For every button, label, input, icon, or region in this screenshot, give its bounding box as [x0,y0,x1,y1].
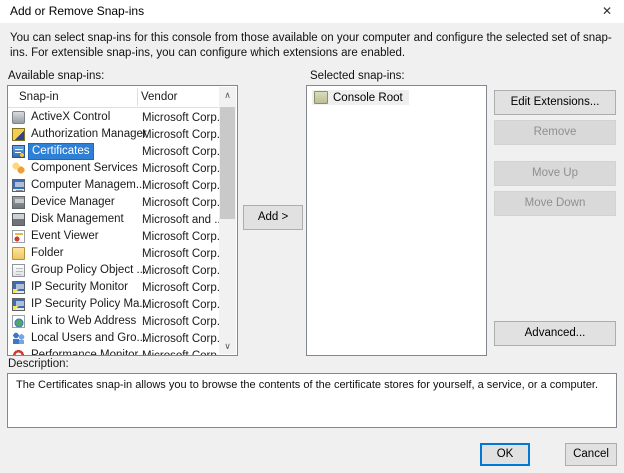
move-up-button[interactable]: Move Up [494,161,616,186]
list-item[interactable]: ActiveX Control Microsoft Corp... [8,109,219,126]
title-bar: Add or Remove Snap-ins ✕ [0,0,624,23]
snapin-name: ActiveX Control [28,110,113,125]
intro-text: You can select snap-ins for this console… [10,31,616,61]
ipsec-icon [12,298,25,311]
column-header-snapin[interactable]: Snap-in [19,86,59,108]
available-snapins-label: Available snap-ins: [8,70,104,82]
snapin-name: Certificates [28,143,94,160]
snapin-vendor: Microsoft Corp... [142,163,219,175]
snapin-name: IP Security Monitor [28,280,131,295]
snapin-vendor: Microsoft Corp... [142,112,219,124]
snapin-vendor: Microsoft Corp [142,350,217,356]
folder-icon [314,91,328,104]
available-rows: ActiveX ControlMicrosoft Corp...Authoriz… [8,109,219,355]
list-item[interactable]: Component ServicesMicrosoft Corp... [8,160,219,177]
device-mgr-icon [12,196,25,209]
list-item[interactable]: Local Users and Gro...Microsoft Corp... [8,330,219,347]
list-item[interactable]: Certificates Microsoft Corp... [8,143,219,160]
snapin-vendor: Microsoft Corp... [142,282,219,294]
list-item[interactable]: Link to Web AddressMicrosoft Corp... [8,313,219,330]
list-item[interactable]: Computer Managem...Microsoft Corp... [8,177,219,194]
move-down-button[interactable]: Move Down [494,191,616,216]
list-item[interactable]: Authorization ManagerMicrosoft Corp... [8,126,219,143]
components-icon [12,162,25,175]
snapin-vendor: Microsoft Corp... [142,129,219,141]
snapin-name: Computer Managem... [28,178,148,193]
console-root-label: Console Root [333,92,403,104]
remove-button[interactable]: Remove [494,120,616,145]
snapin-name: Performance Monitor [28,348,141,355]
description-label: Description: [8,358,69,370]
description-text: The Certificates snap-in allows you to b… [16,379,608,391]
list-item[interactable]: IP Security Monitor Microsoft Corp... [8,279,219,296]
edit-extensions-button[interactable]: Edit Extensions... [494,90,616,115]
gpo-icon [12,264,25,277]
console-root-item[interactable]: Console Root [312,90,409,105]
list-item[interactable]: Group Policy Object ...Microsoft Corp... [8,262,219,279]
snapin-vendor: Microsoft Corp... [142,197,219,209]
event-viewer-icon [12,230,25,243]
snapin-name: Authorization Manager [28,127,150,142]
snapin-name: Component Services [28,161,141,176]
activex-icon [12,111,25,124]
certificates-icon [12,145,25,158]
description-box: The Certificates snap-in allows you to b… [7,373,617,428]
snapin-vendor: Microsoft Corp... [142,146,219,158]
scroll-up-icon[interactable]: ∧ [219,87,236,103]
list-item[interactable]: Device Manager Microsoft Corp... [8,194,219,211]
users-icon [12,332,25,345]
snapin-vendor: Microsoft Corp... [142,231,219,243]
snapin-vendor: Microsoft Corp... [142,333,219,345]
column-header-vendor[interactable]: Vendor [141,86,177,108]
list-item[interactable]: Event Viewer Microsoft Corp... [8,228,219,245]
list-item[interactable]: Disk Management Microsoft and ... [8,211,219,228]
snapin-vendor: Microsoft and ... [142,214,219,226]
snapin-name: Link to Web Address [28,314,139,329]
snapin-name: Local Users and Gro... [28,331,149,346]
snapin-name: Folder [28,246,67,261]
window-title: Add or Remove Snap-ins [10,0,144,23]
snapin-name: Disk Management [28,212,127,227]
ok-button[interactable]: OK [480,443,530,466]
close-icon[interactable]: ✕ [590,0,624,23]
cancel-button[interactable]: Cancel [565,443,617,466]
scrollbar[interactable]: ∧ ∨ [219,87,236,354]
snapin-vendor: Microsoft Corp... [142,180,219,192]
selected-snapins-list: Console Root [306,85,487,356]
snapin-name: Device Manager [28,195,118,210]
list-item[interactable]: IP Security Policy Ma...Microsoft Corp..… [8,296,219,313]
folder-icon [12,247,25,260]
snapin-name: Event Viewer [28,229,102,244]
snapin-name: Group Policy Object ... [28,263,149,278]
column-divider [137,88,138,106]
snapin-vendor: Microsoft Corp... [142,316,219,328]
perfmon-icon [12,349,25,355]
selected-snapins-label: Selected snap-ins: [310,70,405,82]
ipsec-icon [12,281,25,294]
scroll-down-icon[interactable]: ∨ [219,338,236,354]
disk-mgmt-icon [12,213,25,226]
advanced-button[interactable]: Advanced... [494,321,616,346]
computer-mgmt-icon [12,179,25,192]
add-button[interactable]: Add > [243,205,303,230]
snapin-vendor: Microsoft Corp... [142,265,219,277]
snapin-vendor: Microsoft Corp... [142,299,219,311]
available-snapins-list: Snap-in Vendor ActiveX Control Microsoft … [7,85,238,356]
list-item[interactable]: Performance MonitorMicrosoft Corp [8,347,219,355]
list-item[interactable]: Folder Microsoft Corp... [8,245,219,262]
snapin-vendor: Microsoft Corp... [142,248,219,260]
scrollbar-thumb[interactable] [220,107,235,219]
snapin-name: IP Security Policy Ma... [28,297,152,312]
weblink-icon [12,315,25,328]
authman-icon [12,128,25,141]
list-header: Snap-in Vendor [8,86,219,108]
